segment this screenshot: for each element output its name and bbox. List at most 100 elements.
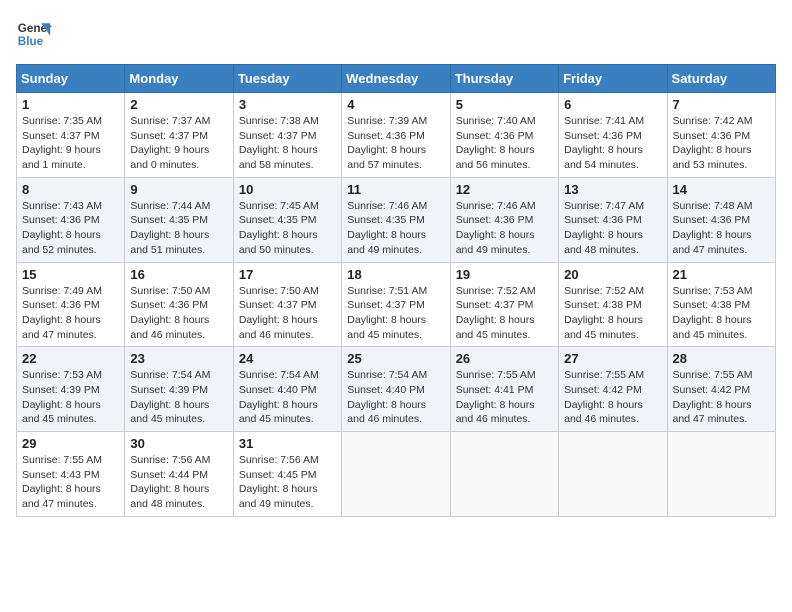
empty-cell	[342, 432, 450, 517]
logo: General Blue	[16, 16, 52, 52]
calendar-day-27: 27 Sunrise: 7:55 AMSunset: 4:42 PMDaylig…	[559, 347, 667, 432]
day-number: 2	[130, 97, 227, 112]
day-info: Sunrise: 7:53 AMSunset: 4:39 PMDaylight:…	[22, 369, 102, 425]
calendar-header-row: SundayMondayTuesdayWednesdayThursdayFrid…	[17, 65, 776, 93]
day-info: Sunrise: 7:45 AMSunset: 4:35 PMDaylight:…	[239, 200, 319, 256]
calendar-day-10: 10 Sunrise: 7:45 AMSunset: 4:35 PMDaylig…	[233, 177, 341, 262]
day-info: Sunrise: 7:54 AMSunset: 4:40 PMDaylight:…	[347, 369, 427, 425]
day-number: 25	[347, 351, 444, 366]
day-number: 21	[673, 267, 770, 282]
column-header-saturday: Saturday	[667, 65, 775, 93]
day-number: 5	[456, 97, 553, 112]
day-number: 11	[347, 182, 444, 197]
day-number: 17	[239, 267, 336, 282]
day-number: 18	[347, 267, 444, 282]
calendar-day-17: 17 Sunrise: 7:50 AMSunset: 4:37 PMDaylig…	[233, 262, 341, 347]
day-number: 28	[673, 351, 770, 366]
column-header-sunday: Sunday	[17, 65, 125, 93]
svg-text:Blue: Blue	[18, 35, 44, 48]
day-number: 1	[22, 97, 119, 112]
calendar-day-19: 19 Sunrise: 7:52 AMSunset: 4:37 PMDaylig…	[450, 262, 558, 347]
day-info: Sunrise: 7:54 AMSunset: 4:39 PMDaylight:…	[130, 369, 210, 425]
day-number: 29	[22, 436, 119, 451]
day-number: 10	[239, 182, 336, 197]
calendar-day-25: 25 Sunrise: 7:54 AMSunset: 4:40 PMDaylig…	[342, 347, 450, 432]
day-info: Sunrise: 7:51 AMSunset: 4:37 PMDaylight:…	[347, 285, 427, 341]
day-info: Sunrise: 7:55 AMSunset: 4:43 PMDaylight:…	[22, 454, 102, 510]
day-info: Sunrise: 7:44 AMSunset: 4:35 PMDaylight:…	[130, 200, 210, 256]
day-number: 6	[564, 97, 661, 112]
day-number: 13	[564, 182, 661, 197]
calendar-day-26: 26 Sunrise: 7:55 AMSunset: 4:41 PMDaylig…	[450, 347, 558, 432]
calendar-day-1: 1 Sunrise: 7:35 AMSunset: 4:37 PMDayligh…	[17, 93, 125, 178]
calendar-day-9: 9 Sunrise: 7:44 AMSunset: 4:35 PMDayligh…	[125, 177, 233, 262]
day-number: 27	[564, 351, 661, 366]
calendar-day-28: 28 Sunrise: 7:55 AMSunset: 4:42 PMDaylig…	[667, 347, 775, 432]
day-info: Sunrise: 7:43 AMSunset: 4:36 PMDaylight:…	[22, 200, 102, 256]
day-number: 14	[673, 182, 770, 197]
day-number: 26	[456, 351, 553, 366]
day-number: 8	[22, 182, 119, 197]
day-number: 12	[456, 182, 553, 197]
calendar-day-8: 8 Sunrise: 7:43 AMSunset: 4:36 PMDayligh…	[17, 177, 125, 262]
day-info: Sunrise: 7:46 AMSunset: 4:36 PMDaylight:…	[456, 200, 536, 256]
day-number: 22	[22, 351, 119, 366]
day-info: Sunrise: 7:56 AMSunset: 4:44 PMDaylight:…	[130, 454, 210, 510]
day-info: Sunrise: 7:38 AMSunset: 4:37 PMDaylight:…	[239, 115, 319, 171]
calendar-week-3: 15 Sunrise: 7:49 AMSunset: 4:36 PMDaylig…	[17, 262, 776, 347]
day-info: Sunrise: 7:37 AMSunset: 4:37 PMDaylight:…	[130, 115, 210, 171]
day-number: 31	[239, 436, 336, 451]
calendar-day-11: 11 Sunrise: 7:46 AMSunset: 4:35 PMDaylig…	[342, 177, 450, 262]
calendar-day-15: 15 Sunrise: 7:49 AMSunset: 4:36 PMDaylig…	[17, 262, 125, 347]
calendar-day-20: 20 Sunrise: 7:52 AMSunset: 4:38 PMDaylig…	[559, 262, 667, 347]
day-number: 24	[239, 351, 336, 366]
day-info: Sunrise: 7:50 AMSunset: 4:37 PMDaylight:…	[239, 285, 319, 341]
day-number: 23	[130, 351, 227, 366]
calendar-day-4: 4 Sunrise: 7:39 AMSunset: 4:36 PMDayligh…	[342, 93, 450, 178]
day-info: Sunrise: 7:55 AMSunset: 4:42 PMDaylight:…	[564, 369, 644, 425]
day-info: Sunrise: 7:52 AMSunset: 4:38 PMDaylight:…	[564, 285, 644, 341]
calendar-day-30: 30 Sunrise: 7:56 AMSunset: 4:44 PMDaylig…	[125, 432, 233, 517]
calendar-day-6: 6 Sunrise: 7:41 AMSunset: 4:36 PMDayligh…	[559, 93, 667, 178]
day-number: 3	[239, 97, 336, 112]
page-header: General Blue	[16, 16, 776, 52]
calendar-week-1: 1 Sunrise: 7:35 AMSunset: 4:37 PMDayligh…	[17, 93, 776, 178]
day-info: Sunrise: 7:49 AMSunset: 4:36 PMDaylight:…	[22, 285, 102, 341]
column-header-friday: Friday	[559, 65, 667, 93]
day-info: Sunrise: 7:50 AMSunset: 4:36 PMDaylight:…	[130, 285, 210, 341]
day-number: 15	[22, 267, 119, 282]
calendar-day-2: 2 Sunrise: 7:37 AMSunset: 4:37 PMDayligh…	[125, 93, 233, 178]
empty-cell	[450, 432, 558, 517]
calendar-day-31: 31 Sunrise: 7:56 AMSunset: 4:45 PMDaylig…	[233, 432, 341, 517]
logo-icon: General Blue	[16, 16, 52, 52]
day-number: 30	[130, 436, 227, 451]
day-number: 16	[130, 267, 227, 282]
day-number: 4	[347, 97, 444, 112]
day-number: 20	[564, 267, 661, 282]
day-info: Sunrise: 7:56 AMSunset: 4:45 PMDaylight:…	[239, 454, 319, 510]
calendar-day-7: 7 Sunrise: 7:42 AMSunset: 4:36 PMDayligh…	[667, 93, 775, 178]
calendar-week-4: 22 Sunrise: 7:53 AMSunset: 4:39 PMDaylig…	[17, 347, 776, 432]
calendar-week-2: 8 Sunrise: 7:43 AMSunset: 4:36 PMDayligh…	[17, 177, 776, 262]
day-info: Sunrise: 7:47 AMSunset: 4:36 PMDaylight:…	[564, 200, 644, 256]
day-info: Sunrise: 7:54 AMSunset: 4:40 PMDaylight:…	[239, 369, 319, 425]
calendar-day-24: 24 Sunrise: 7:54 AMSunset: 4:40 PMDaylig…	[233, 347, 341, 432]
day-info: Sunrise: 7:55 AMSunset: 4:42 PMDaylight:…	[673, 369, 753, 425]
calendar-day-23: 23 Sunrise: 7:54 AMSunset: 4:39 PMDaylig…	[125, 347, 233, 432]
day-number: 19	[456, 267, 553, 282]
day-info: Sunrise: 7:55 AMSunset: 4:41 PMDaylight:…	[456, 369, 536, 425]
calendar-day-18: 18 Sunrise: 7:51 AMSunset: 4:37 PMDaylig…	[342, 262, 450, 347]
day-info: Sunrise: 7:35 AMSunset: 4:37 PMDaylight:…	[22, 115, 102, 171]
column-header-monday: Monday	[125, 65, 233, 93]
calendar-day-22: 22 Sunrise: 7:53 AMSunset: 4:39 PMDaylig…	[17, 347, 125, 432]
day-info: Sunrise: 7:48 AMSunset: 4:36 PMDaylight:…	[673, 200, 753, 256]
day-info: Sunrise: 7:41 AMSunset: 4:36 PMDaylight:…	[564, 115, 644, 171]
day-info: Sunrise: 7:42 AMSunset: 4:36 PMDaylight:…	[673, 115, 753, 171]
day-number: 9	[130, 182, 227, 197]
empty-cell	[667, 432, 775, 517]
calendar-day-13: 13 Sunrise: 7:47 AMSunset: 4:36 PMDaylig…	[559, 177, 667, 262]
calendar-day-16: 16 Sunrise: 7:50 AMSunset: 4:36 PMDaylig…	[125, 262, 233, 347]
day-info: Sunrise: 7:40 AMSunset: 4:36 PMDaylight:…	[456, 115, 536, 171]
calendar-table: SundayMondayTuesdayWednesdayThursdayFrid…	[16, 64, 776, 517]
day-info: Sunrise: 7:53 AMSunset: 4:38 PMDaylight:…	[673, 285, 753, 341]
